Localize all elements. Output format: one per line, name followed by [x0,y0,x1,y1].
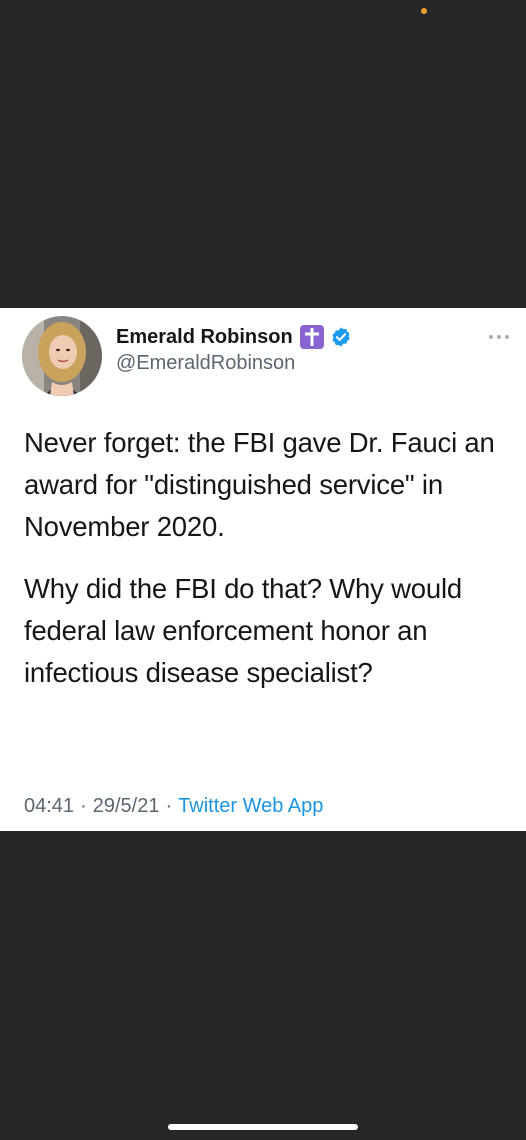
tweet-source-link[interactable]: Twitter Web App [178,795,323,817]
more-options-button[interactable] [484,328,514,346]
avatar[interactable] [22,316,102,396]
home-indicator[interactable] [168,1124,358,1130]
author-name-row: Emerald Robinson [116,322,352,352]
author-handle[interactable]: @EmeraldRobinson [116,352,295,375]
tweet-body: Never forget: the FBI gave Dr. Fauci an … [24,422,518,694]
avatar-photo-icon [22,316,102,396]
meta-separator: · [80,795,87,817]
tweet-date[interactable]: 29/5/21 [93,795,160,817]
tweet-card[interactable]: Emerald Robinson @EmeraldRobinson Never … [0,308,526,831]
tweet-paragraph: Never forget: the FBI gave Dr. Fauci an … [24,427,495,542]
status-indicator-dot [421,8,427,14]
author-name[interactable]: Emerald Robinson [116,326,293,349]
meta-separator: · [165,795,173,817]
more-icon [489,335,509,339]
tweet-meta: 04:41 · 29/5/21 · Twitter Web App [24,795,323,818]
tweet-paragraph: Why did the FBI do that? Why would feder… [24,573,462,688]
cross-icon [299,325,324,349]
tweet-time[interactable]: 04:41 [24,795,74,817]
verified-icon [330,326,352,348]
